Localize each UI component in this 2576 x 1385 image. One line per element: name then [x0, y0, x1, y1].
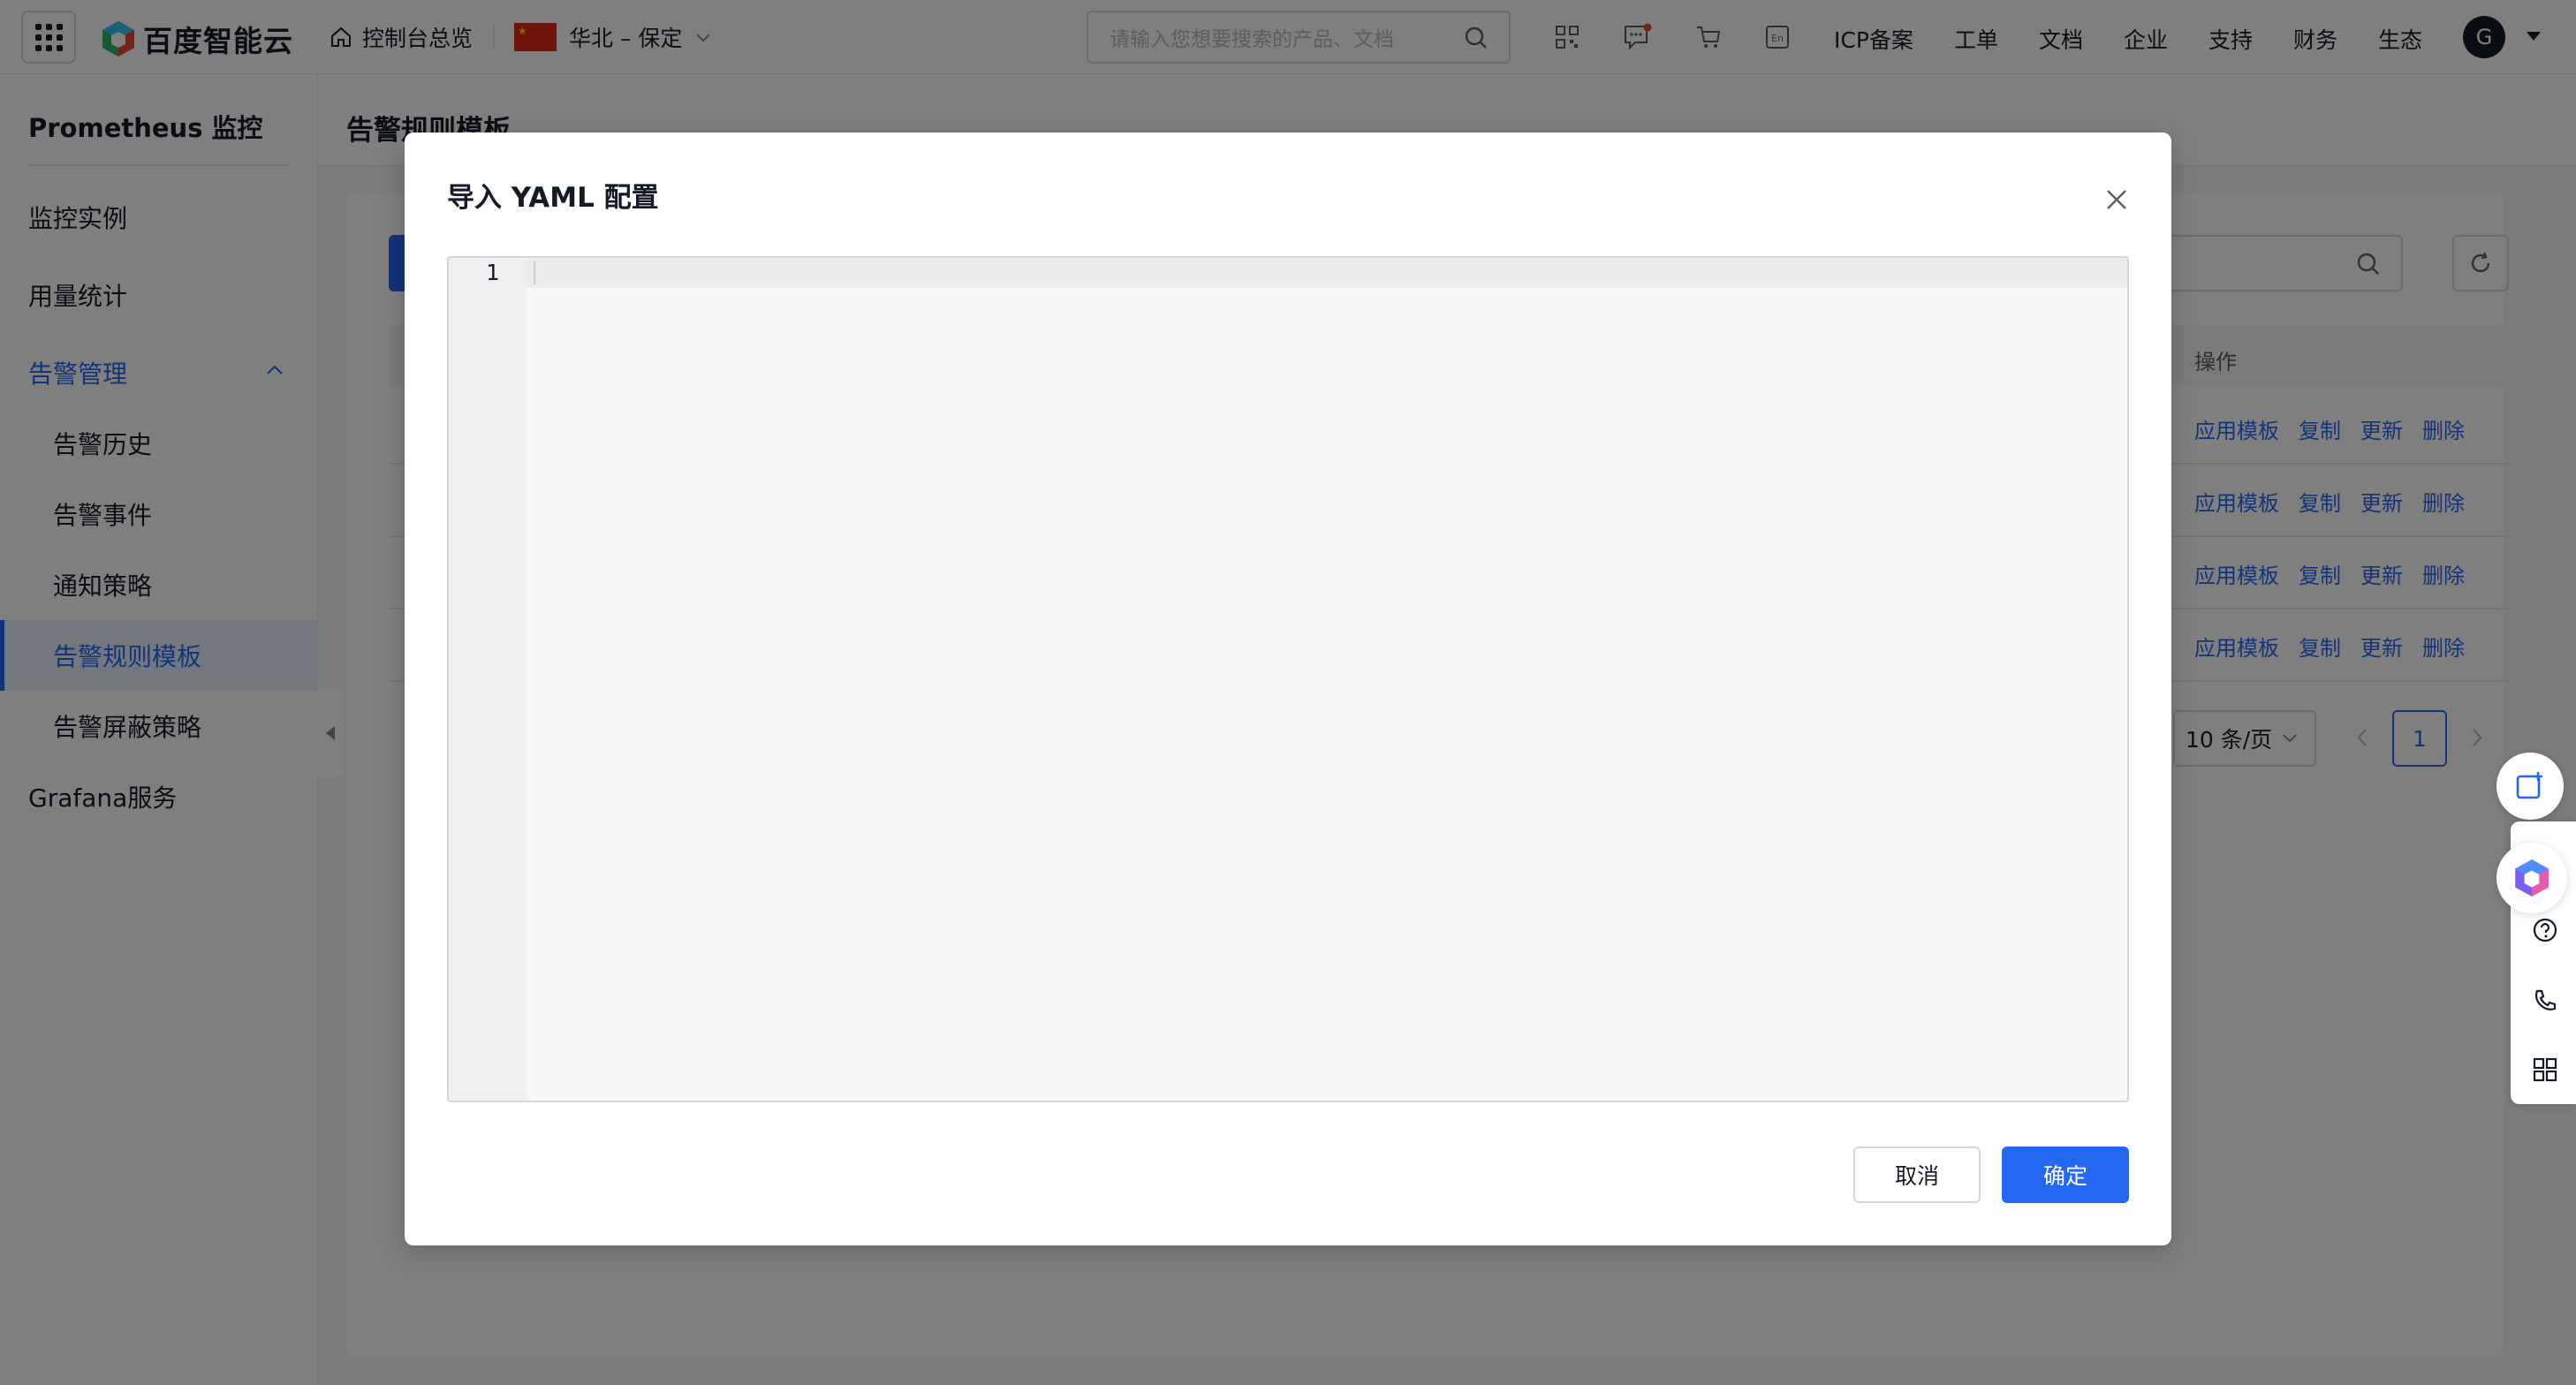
cancel-button[interactable]: 取消 — [1853, 1147, 1981, 1203]
assistant-float-button[interactable] — [2496, 843, 2567, 913]
yaml-code-editor[interactable]: 1 — [447, 256, 2129, 1102]
phone-icon[interactable] — [2528, 984, 2562, 1018]
cube-logo-icon — [2515, 859, 2549, 897]
dialog-title: 导入 YAML 配置 — [447, 182, 659, 214]
editor-text-area[interactable] — [534, 258, 2124, 1101]
add-note-icon — [2516, 772, 2542, 799]
close-button[interactable] — [2101, 184, 2133, 216]
apps-icon[interactable] — [2528, 1053, 2562, 1086]
import-yaml-dialog: 导入 YAML 配置 1 取消 确定 — [405, 132, 2171, 1245]
feedback-float-button[interactable] — [2496, 753, 2564, 820]
line-number: 1 — [486, 260, 500, 285]
close-icon — [2107, 190, 2126, 209]
confirm-button[interactable]: 确定 — [2002, 1147, 2129, 1203]
editor-gutter: 1 — [449, 258, 527, 1101]
help-icon[interactable] — [2528, 913, 2562, 947]
